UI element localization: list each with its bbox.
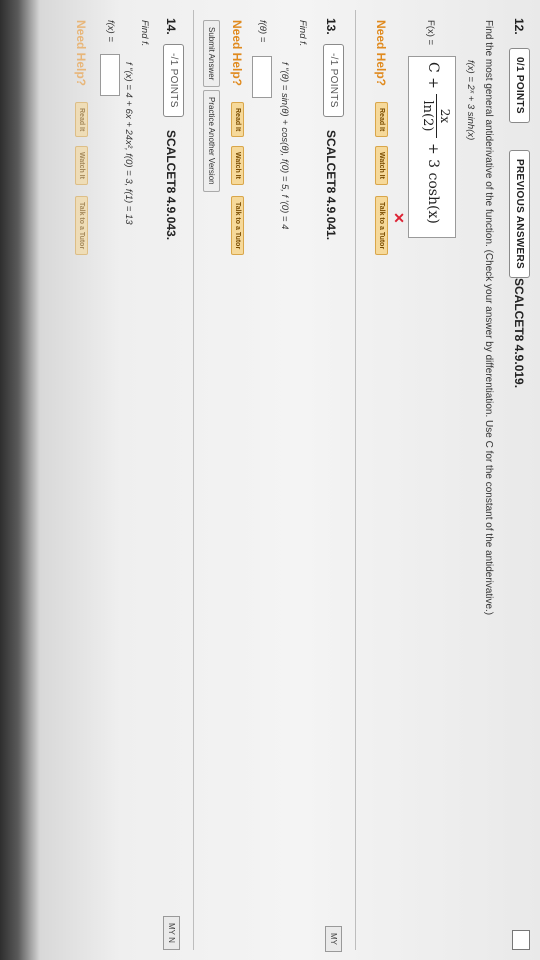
q14-read-it-button[interactable]: Read It xyxy=(75,102,88,138)
q12-fraction-bar xyxy=(436,94,437,138)
q14-my-notes-tab[interactable]: MY N xyxy=(163,916,180,950)
photo-stage: 12. 0/1 POINTS PREVIOUS ANSWERS SCALCET8… xyxy=(0,0,540,960)
q12-answer-c: C + xyxy=(425,62,441,89)
q12-incorrect-icon: ✕ xyxy=(391,212,407,224)
q14-equation: f ″(x) = 4 + 6x + 24x², f(0) = 3, f(1) =… xyxy=(123,62,134,225)
q14-answer-label: f(x) = xyxy=(105,20,116,42)
q12-talk-tutor-button[interactable]: Talk to a Tutor xyxy=(375,196,388,256)
q14-number: 14. xyxy=(164,18,178,35)
q14-watch-it-button[interactable]: Watch It xyxy=(75,146,88,185)
webassign-page: 12. 0/1 POINTS PREVIOUS ANSWERS SCALCET8… xyxy=(40,0,540,960)
q12-answer-fraction: 2x ln(2) xyxy=(420,94,452,138)
divider-13-14 xyxy=(193,10,194,950)
q13-practice-another-button[interactable]: Practice Another Version xyxy=(203,90,220,192)
divider-12-13 xyxy=(355,10,356,950)
q12-need-help: Need Help? xyxy=(374,20,388,87)
q13-talk-tutor-button[interactable]: Talk to a Tutor xyxy=(231,196,244,256)
q13-number: 13. xyxy=(324,18,338,35)
q13-points-tab[interactable]: -/1 POINTS xyxy=(323,44,344,117)
q13-my-notes-tab[interactable]: MY xyxy=(325,926,342,952)
q12-corner-box[interactable] xyxy=(512,930,530,950)
q14-need-help: Need Help? xyxy=(74,20,88,87)
q14-answer-field[interactable] xyxy=(100,54,120,96)
q12-fraction-numerator: 2x xyxy=(438,108,452,124)
q12-number: 12. xyxy=(512,18,526,35)
q12-answer-label: F(x) = xyxy=(425,20,436,46)
q13-find: Find f. xyxy=(297,20,308,47)
q14-points-tab[interactable]: -/1 POINTS xyxy=(163,44,184,117)
q13-watch-it-button[interactable]: Watch It xyxy=(231,146,244,185)
q13-submit-answer-button[interactable]: Submit Answer xyxy=(203,20,220,88)
q14-find: Find f. xyxy=(139,20,150,47)
q13-need-help: Need Help? xyxy=(230,20,244,87)
q12-watch-it-button[interactable]: Watch It xyxy=(375,146,388,185)
q14-problem-code: SCALCET8 4.9.043. xyxy=(164,130,178,241)
q14-talk-tutor-button[interactable]: Talk to a Tutor xyxy=(75,196,88,256)
q13-equation: f ″(θ) = sin(θ) + cos(θ), f(0) = 5, f ′(… xyxy=(279,62,290,230)
q13-answer-field[interactable] xyxy=(252,56,272,98)
q12-points-tab[interactable]: 0/1 POINTS xyxy=(509,48,530,123)
q13-answer-label: f(θ) = xyxy=(257,20,268,43)
q12-previous-answers-button[interactable]: PREVIOUS ANSWERS xyxy=(509,150,530,278)
q12-problem-code: SCALCET8 4.9.019. xyxy=(512,278,526,389)
q12-instructions: Find the most general antiderivative of … xyxy=(483,20,494,616)
q12-read-it-button[interactable]: Read It xyxy=(375,102,388,138)
q13-read-it-button[interactable]: Read It xyxy=(231,102,244,138)
q12-function: f(x) = 2ˣ + 3 sinh(x) xyxy=(465,60,476,141)
q13-problem-code: SCALCET8 4.9.041. xyxy=(324,130,338,241)
q12-answer-rest: + 3 cosh(x) xyxy=(425,143,441,224)
q12-fraction-denominator: ln(2) xyxy=(420,100,435,132)
